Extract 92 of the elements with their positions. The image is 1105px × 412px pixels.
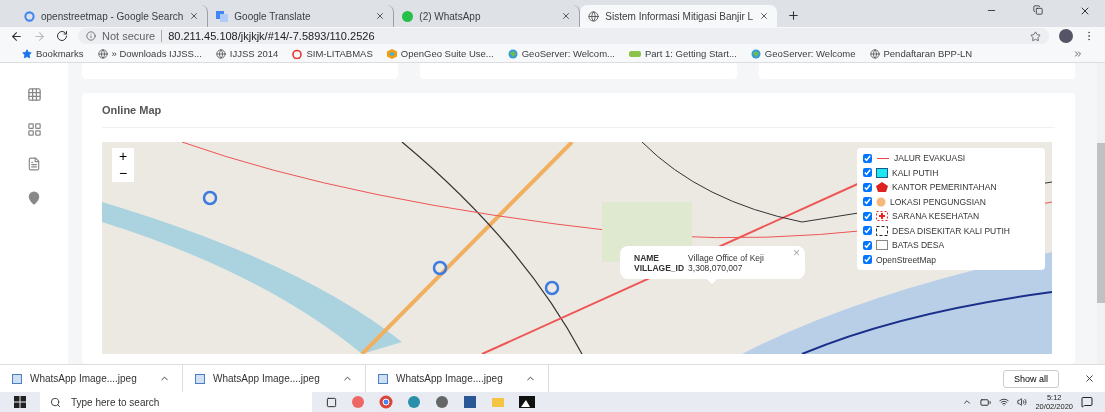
search-icon xyxy=(50,396,61,408)
volume-icon[interactable] xyxy=(1017,397,1028,407)
star-icon[interactable] xyxy=(1030,30,1041,42)
notification-icon[interactable] xyxy=(1081,396,1093,408)
tab-title: Sistem Informasi Mitigasi Banjir L xyxy=(605,10,754,22)
bookmark-link[interactable]: » Downloads IJJSS... xyxy=(97,48,202,59)
word-icon[interactable] xyxy=(463,395,477,409)
scrollbar[interactable] xyxy=(1097,63,1105,364)
browser-tab[interactable]: Sistem Informasi Mitigasi Banjir L xyxy=(580,5,778,27)
popup-key: NAME xyxy=(634,252,685,263)
image-file-icon xyxy=(195,373,205,384)
hexagon-icon xyxy=(386,48,397,59)
layer-checkbox[interactable] xyxy=(863,255,872,265)
layer-checkbox[interactable] xyxy=(863,211,872,221)
back-icon[interactable] xyxy=(10,29,23,43)
globe-icon xyxy=(750,48,761,59)
bookmark-link[interactable]: IJJSS 2014 xyxy=(215,48,279,59)
wifi-icon[interactable] xyxy=(999,397,1010,407)
layer-label: DESA DISEKITAR KALI PUTIH xyxy=(892,225,1010,236)
battery-icon[interactable] xyxy=(980,396,992,408)
more-bookmarks-icon[interactable] xyxy=(1073,48,1083,59)
chrome-icon[interactable] xyxy=(379,395,393,409)
show-all-button[interactable]: Show all xyxy=(1002,369,1059,388)
layer-label: KALI PUTIH xyxy=(892,167,939,178)
star-icon xyxy=(22,48,32,59)
globe-icon xyxy=(588,10,600,22)
close-icon[interactable] xyxy=(759,11,770,21)
globe-icon xyxy=(507,48,518,59)
tab-title: (2) WhatsApp xyxy=(419,10,482,22)
app-icon[interactable] xyxy=(435,395,449,409)
medical-cross-icon xyxy=(876,211,888,222)
chevron-icon[interactable] xyxy=(962,397,973,407)
bookmark-link[interactable]: SIM-LITABMAS xyxy=(292,48,373,59)
map-pin-icon[interactable] xyxy=(27,191,41,205)
avatar-icon[interactable] xyxy=(1059,29,1073,43)
bookmark-link[interactable]: Pendaftaran BPP-LN xyxy=(869,48,973,59)
image-file-icon xyxy=(12,373,22,384)
reload-icon[interactable] xyxy=(56,30,68,42)
chat-badge-icon xyxy=(402,10,414,22)
layer-label: OpenStreetMap xyxy=(876,254,936,265)
globe-icon xyxy=(215,48,226,59)
layout-icon[interactable] xyxy=(26,122,42,137)
restore-icon[interactable] xyxy=(1033,4,1043,15)
bookmark-link[interactable]: GeoServer: Welcome xyxy=(750,48,856,59)
grid-icon[interactable] xyxy=(26,87,42,102)
close-icon[interactable] xyxy=(375,11,386,21)
close-icon[interactable] xyxy=(1084,373,1095,384)
layer-checkbox[interactable] xyxy=(863,240,872,250)
globe-icon xyxy=(869,48,880,59)
layer-checkbox[interactable] xyxy=(863,168,872,178)
layer-label: SARANA KESEHATAN xyxy=(892,211,980,222)
layer-label: LOKASI PENGUNGSIAN xyxy=(890,196,986,207)
tab-title: Google Translate xyxy=(234,10,312,22)
card-title: Online Map xyxy=(102,93,1055,128)
dot-icon xyxy=(876,196,886,207)
image-file-icon xyxy=(378,373,388,384)
layer-label: BATAS DESA xyxy=(892,240,945,251)
globe-icon xyxy=(97,48,108,59)
close-icon[interactable] xyxy=(189,11,200,21)
square-icon xyxy=(876,167,888,178)
layer-label: JALUR EVAKUASI xyxy=(894,153,966,164)
layer-checkbox[interactable] xyxy=(863,182,872,192)
layer-checkbox[interactable] xyxy=(863,153,872,163)
square-icon xyxy=(876,240,888,251)
windows-icon[interactable] xyxy=(14,396,26,408)
popup-key: VILLAGE_ID xyxy=(634,262,685,273)
popup-value: Village Office of Keji xyxy=(688,252,765,263)
image-icon[interactable] xyxy=(519,396,535,408)
bookmark-link[interactable]: GeoServer: Welcom... xyxy=(507,48,615,59)
layer-label: KANTOR PEMERINTAHAN xyxy=(892,182,997,193)
dashed-square-icon xyxy=(876,225,888,236)
app-icon[interactable] xyxy=(351,395,365,409)
bookmark-link[interactable]: Part 1: Getting Start... xyxy=(629,48,737,59)
google-icon xyxy=(24,10,35,22)
popup-value: 3,308,070,007 xyxy=(688,262,744,273)
pentagon-icon xyxy=(876,182,888,193)
address-field[interactable]: Not secure 80.211.45.108/jkjkjk/#14/-7.5893/110.2526 xyxy=(78,28,1049,44)
bookmark-link[interactable]: Bookmarks xyxy=(22,48,84,59)
document-icon[interactable] xyxy=(27,157,41,171)
taskbar-search-field[interactable]: Type here to search xyxy=(40,392,312,412)
bookmark-link[interactable]: OpenGeo Suite Use... xyxy=(386,48,494,59)
search-app-icon[interactable] xyxy=(407,395,421,409)
layer-checkbox[interactable] xyxy=(863,197,872,207)
bar-icon xyxy=(629,50,641,57)
new-tab-icon[interactable] xyxy=(787,9,801,22)
task-view-icon[interactable] xyxy=(326,396,337,408)
close-icon[interactable] xyxy=(561,11,572,21)
info-icon xyxy=(86,31,96,41)
translate-icon xyxy=(216,10,229,22)
layer-checkbox[interactable] xyxy=(863,226,872,236)
tab-title: openstreetmap - Google Search xyxy=(41,10,184,22)
camera-icon xyxy=(292,48,303,59)
